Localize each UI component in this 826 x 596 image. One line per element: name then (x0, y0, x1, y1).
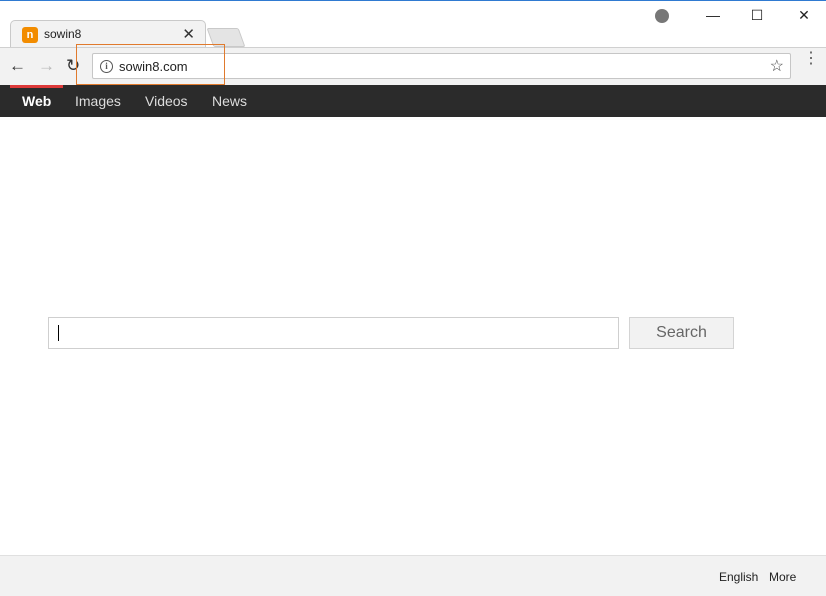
active-tab-indicator (10, 85, 63, 88)
browser-menu-icon[interactable]: ⋮ (803, 51, 819, 67)
nav-web[interactable]: Web (22, 93, 51, 109)
search-button[interactable]: Search (629, 317, 734, 349)
nav-videos[interactable]: Videos (145, 93, 188, 109)
tab-title: sowin8 (44, 27, 82, 41)
forward-icon[interactable]: → (38, 57, 55, 75)
minimize-icon[interactable]: — (702, 7, 724, 23)
profile-icon[interactable] (655, 9, 669, 23)
maximize-icon[interactable]: ☐ (746, 7, 768, 24)
search-nav-bar: Web Images Videos News (0, 85, 826, 117)
back-icon[interactable]: ← (9, 57, 26, 75)
title-bar: n sowin8 ✕ — ☐ ✕ (0, 1, 826, 48)
url-highlight-box (76, 44, 225, 85)
search-input[interactable] (48, 317, 619, 349)
bookmark-star-icon[interactable]: ☆ (770, 56, 784, 76)
text-caret (58, 325, 59, 341)
nav-news[interactable]: News (212, 93, 247, 109)
nav-images[interactable]: Images (75, 93, 121, 109)
site-favicon-icon: n (22, 27, 38, 43)
tab-close-icon[interactable]: ✕ (182, 25, 195, 43)
footer: English More (0, 555, 826, 596)
language-link[interactable]: English (719, 570, 758, 584)
window-close-icon[interactable]: ✕ (793, 7, 815, 24)
more-link[interactable]: More (769, 570, 796, 584)
